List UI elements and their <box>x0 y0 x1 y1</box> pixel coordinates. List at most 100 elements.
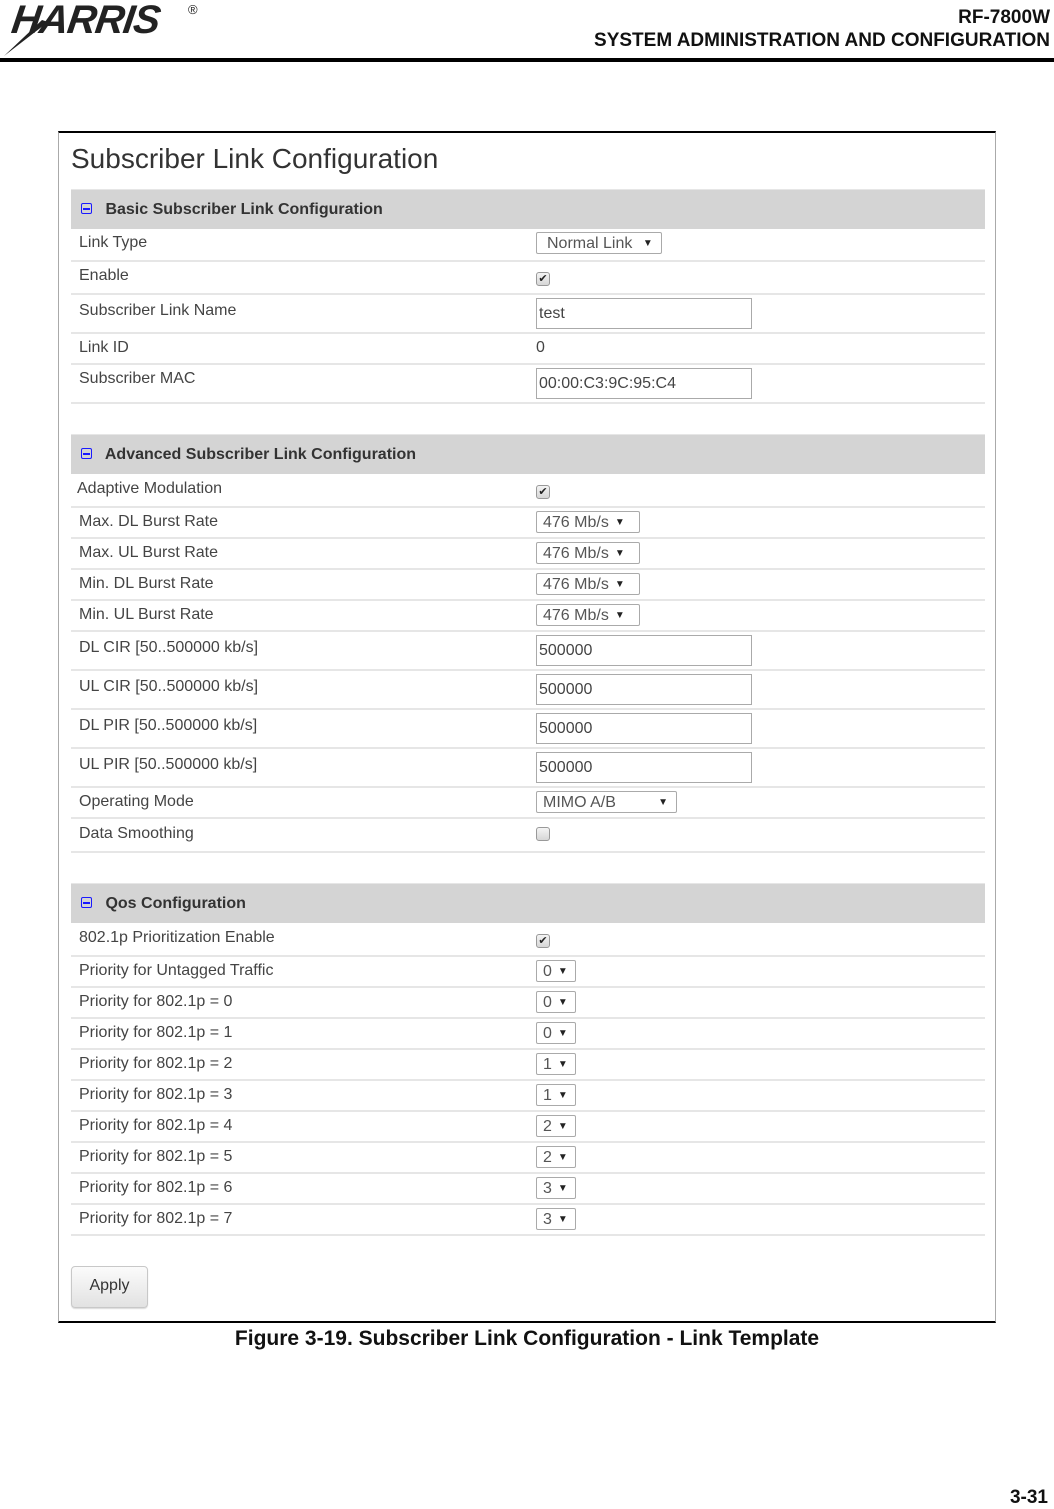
operating-mode-select[interactable]: MIMO A/B ▼ <box>536 791 677 813</box>
row-operating-mode: Operating Mode MIMO A/B ▼ <box>71 788 985 819</box>
document-title: RF-7800W SYSTEM ADMINISTRATION AND CONFI… <box>594 6 1050 52</box>
select-value: 1 <box>543 1087 552 1104</box>
field-label: Enable <box>79 267 129 284</box>
field-label: Priority for 802.1p = 3 <box>79 1086 233 1103</box>
dropdown-arrow-icon: ▼ <box>557 1152 568 1163</box>
priority-select[interactable]: 2 ▼ <box>536 1115 576 1137</box>
priority-select[interactable]: 3 ▼ <box>536 1208 576 1230</box>
subscriber-link-config-panel: Subscriber Link Configuration Basic Subs… <box>71 133 985 1320</box>
min-dl-burst-select[interactable]: 476 Mb/s ▼ <box>536 573 640 595</box>
advanced-section-header[interactable]: Advanced Subscriber Link Configuration <box>71 434 985 474</box>
row-subscriber-mac: Subscriber MAC 00:00:C3:9C:95:C4 <box>71 365 985 404</box>
dropdown-arrow-icon: ▼ <box>557 997 568 1008</box>
field-label: UL PIR [50..500000 kb/s] <box>79 756 258 773</box>
priority-select[interactable]: 1 ▼ <box>536 1084 576 1106</box>
dropdown-arrow-icon: ▼ <box>614 517 625 528</box>
input-value: 500000 <box>536 674 752 705</box>
field-label: Priority for 802.1p = 5 <box>79 1148 233 1165</box>
priority-select[interactable]: 3 ▼ <box>536 1177 576 1199</box>
select-value: 0 <box>543 1025 552 1042</box>
field-label: DL CIR [50..500000 kb/s] <box>79 639 259 656</box>
collapse-icon[interactable] <box>81 897 92 909</box>
subscriber-mac-input[interactable]: 00:00:C3:9C:95:C4 <box>536 368 752 399</box>
check-icon: ✔ <box>536 272 550 286</box>
priority-select[interactable]: 0 ▼ <box>536 991 576 1013</box>
dropdown-arrow-icon: ▼ <box>557 1183 568 1194</box>
field-label: Data Smoothing <box>79 825 194 842</box>
select-value: 3 <box>543 1211 552 1228</box>
collapse-icon[interactable] <box>81 203 92 215</box>
field-label: Priority for 802.1p = 2 <box>79 1055 233 1072</box>
input-value: 500000 <box>536 752 752 783</box>
select-value: 2 <box>543 1118 552 1135</box>
dropdown-arrow-icon: ▼ <box>557 1059 568 1070</box>
document-section: SYSTEM ADMINISTRATION AND CONFIGURATION <box>594 30 1050 51</box>
row-priority: Priority for 802.1p = 6 3 ▼ <box>71 1174 985 1205</box>
data-smoothing-checkbox[interactable] <box>536 827 550 846</box>
field-label: Subscriber Link Name <box>79 302 237 319</box>
field-label: Priority for Untagged Traffic <box>79 962 274 979</box>
row-max-dl-burst: Max. DL Burst Rate 476 Mb/s ▼ <box>71 508 985 539</box>
priority-select[interactable]: 2 ▼ <box>536 1146 576 1168</box>
dl-cir-input[interactable]: 500000 <box>536 635 752 666</box>
enable-checkbox[interactable]: ✔ <box>536 269 550 287</box>
field-label: Subscriber MAC <box>79 370 196 387</box>
adaptive-modulation-checkbox[interactable]: ✔ <box>536 482 550 500</box>
row-ul-pir: UL PIR [50..500000 kb/s] 500000 <box>71 749 985 788</box>
link-type-select[interactable]: Normal Link ▼ <box>536 232 662 254</box>
check-icon: ✔ <box>536 485 550 499</box>
advanced-section: Advanced Subscriber Link Configuration A… <box>71 434 985 853</box>
prioritization-enable-checkbox[interactable]: ✔ <box>536 931 550 949</box>
field-label: Operating Mode <box>79 793 194 810</box>
field-label: Link Type <box>79 234 148 251</box>
page-title: Subscriber Link Configuration <box>71 143 439 174</box>
basic-section-header[interactable]: Basic Subscriber Link Configuration <box>71 189 985 229</box>
link-name-input[interactable]: test <box>536 298 752 329</box>
priority-select[interactable]: 1 ▼ <box>536 1053 576 1075</box>
field-label: Priority for 802.1p = 6 <box>79 1179 233 1196</box>
basic-section: Basic Subscriber Link Configuration Link… <box>71 189 985 404</box>
max-ul-burst-select[interactable]: 476 Mb/s ▼ <box>536 542 640 564</box>
field-label: Priority for 802.1p = 4 <box>79 1117 233 1134</box>
row-dl-pir: DL PIR [50..500000 kb/s] 500000 <box>71 710 985 749</box>
registered-mark: ® <box>188 2 198 17</box>
row-link-type: Link Type Normal Link ▼ <box>71 229 985 262</box>
apply-button[interactable]: Apply <box>71 1266 148 1308</box>
row-adaptive-modulation: Adaptive Modulation ✔ <box>71 474 985 508</box>
header-divider <box>0 58 1054 62</box>
row-priority: Priority for Untagged Traffic 0 ▼ <box>71 957 985 988</box>
ul-cir-input[interactable]: 500000 <box>536 674 752 705</box>
section-title: Basic Subscriber Link Configuration <box>105 201 383 218</box>
select-value: 0 <box>543 963 552 980</box>
qos-section-header[interactable]: Qos Configuration <box>71 883 985 923</box>
row-max-ul-burst: Max. UL Burst Rate 476 Mb/s ▼ <box>71 539 985 570</box>
dropdown-arrow-icon: ▼ <box>642 238 653 249</box>
max-dl-burst-select[interactable]: 476 Mb/s ▼ <box>536 511 640 533</box>
min-ul-burst-select[interactable]: 476 Mb/s ▼ <box>536 604 640 626</box>
row-min-dl-burst: Min. DL Burst Rate 476 Mb/s ▼ <box>71 570 985 601</box>
select-value: 476 Mb/s <box>543 545 609 562</box>
select-value: 476 Mb/s <box>543 607 609 624</box>
dropdown-arrow-icon: ▼ <box>614 610 625 621</box>
row-link-name: Subscriber Link Name test <box>71 295 985 334</box>
field-label: Adaptive Modulation <box>77 480 222 497</box>
row-priority: Priority for 802.1p = 3 1 ▼ <box>71 1081 985 1112</box>
field-label: UL CIR [50..500000 kb/s] <box>79 678 259 695</box>
row-enable: Enable ✔ <box>71 262 985 295</box>
dropdown-arrow-icon: ▼ <box>614 579 625 590</box>
row-min-ul-burst: Min. UL Burst Rate 476 Mb/s ▼ <box>71 601 985 632</box>
field-label: Min. DL Burst Rate <box>79 575 214 592</box>
page-header: HARRIS ® RF-7800W SYSTEM ADMINISTRATION … <box>0 0 1054 62</box>
ul-pir-input[interactable]: 500000 <box>536 752 752 783</box>
dropdown-arrow-icon: ▼ <box>557 966 568 977</box>
priority-select[interactable]: 0 ▼ <box>536 960 576 982</box>
collapse-icon[interactable] <box>81 448 92 460</box>
logo-text: HARRIS <box>8 0 163 42</box>
row-ul-cir: UL CIR [50..500000 kb/s] 500000 <box>71 671 985 710</box>
priority-select[interactable]: 0 ▼ <box>536 1022 576 1044</box>
dl-pir-input[interactable]: 500000 <box>536 713 752 744</box>
select-value: Normal Link <box>547 235 633 252</box>
input-value: 00:00:C3:9C:95:C4 <box>536 368 752 399</box>
field-label: 802.1p Prioritization Enable <box>79 929 275 946</box>
figure-caption: Figure 3-19. Subscriber Link Configurati… <box>234 1327 820 1350</box>
